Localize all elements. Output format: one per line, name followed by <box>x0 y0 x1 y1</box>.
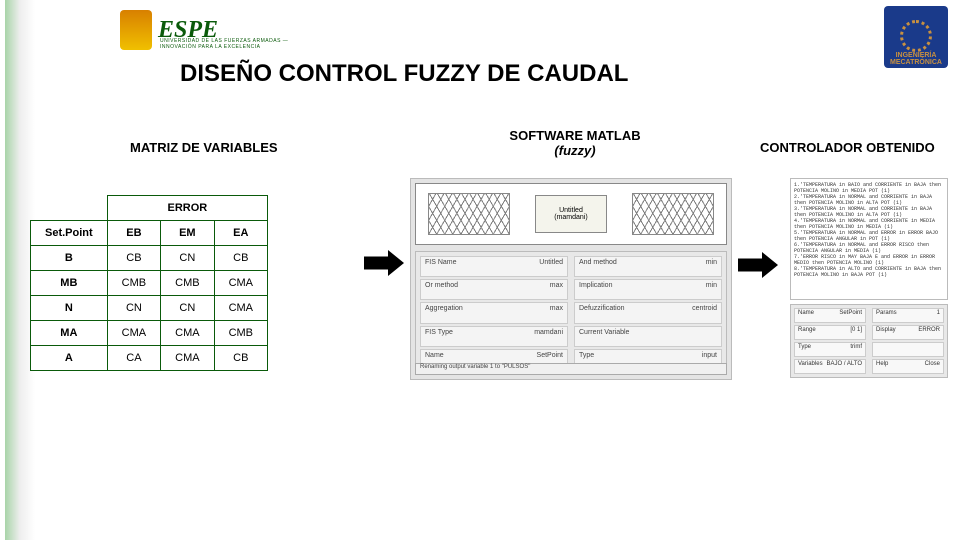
matrix-cell: CA <box>107 346 160 371</box>
rule-line: 1.'TEMPERATURA in BAIO and CORRIENTE in … <box>794 182 944 194</box>
section-label-software: SOFTWARE MATLAB (fuzzy) <box>490 128 660 158</box>
matrix-cell: CB <box>214 346 267 371</box>
software-l2: (fuzzy) <box>554 143 595 158</box>
matlab-fuzzy-panel: Untitled (mamdani) FIS NameUntitled And m… <box>410 178 732 380</box>
matrix-cell: CMB <box>107 271 160 296</box>
property-row: And methodmin <box>574 256 722 277</box>
rule-line: 7.'ERROR RISCO in MAY BAJA E and ERROR i… <box>794 254 944 266</box>
fis-block: Untitled (mamdani) <box>535 195 607 233</box>
slide-title: DISEÑO CONTROL FUZZY DE CAUDAL <box>180 60 628 88</box>
rule-line: 3.'TEMPERATURA in NORMAL and CORRIENTE i… <box>794 206 944 218</box>
matrix-col-2: EA <box>214 221 267 246</box>
matlab-status-bar: Renaming output variable 1 to "PULSOS" <box>415 363 727 375</box>
badge-line1: INGENIERÍA <box>896 52 937 59</box>
input-mf-plot <box>428 193 510 235</box>
section-label-controlador: CONTROLADOR OBTENIDO <box>760 140 935 155</box>
matrix-col-0: EB <box>107 221 160 246</box>
matlab-properties-grid: FIS NameUntitled And methodmin Or methodma… <box>415 251 727 375</box>
espe-logo-subtext: UNIVERSIDAD DE LAS FUERZAS ARMADAS — INN… <box>160 38 320 50</box>
fis-type: (mamdani) <box>554 214 587 221</box>
variable-matrix: ERROR Set.Point EB EM EA BCBCNCBMBCMBCMB… <box>30 195 268 371</box>
property-cell: NameSetPoint <box>794 308 866 323</box>
property-cell: VariablesBAJO / ALTO <box>794 359 866 374</box>
variable-properties-panel: NameSetPoint Params1 Range[0 1] DisplayERRO… <box>790 304 948 378</box>
gear-icon <box>900 20 932 52</box>
property-cell: Params1 <box>872 308 944 323</box>
rule-line: 8.'TEMPERATURA in ALTO and CORRIENTE in … <box>794 266 944 278</box>
matrix-cell: CMA <box>107 321 160 346</box>
matrix-row-name: N <box>31 296 108 321</box>
property-cell: HelpClose <box>872 359 944 374</box>
matrix-cell: CMA <box>161 346 214 371</box>
matrix-cell: CMB <box>214 321 267 346</box>
property-row: Or methodmax <box>420 279 568 300</box>
matrix-row-name: MA <box>31 321 108 346</box>
matrix-cell: CB <box>107 246 160 271</box>
mecatronica-badge: INGENIERÍA MECATRÓNICA <box>884 6 948 68</box>
software-l1: SOFTWARE MATLAB <box>509 128 640 143</box>
table-row: BCBCNCB <box>31 246 268 271</box>
property-row: Current Variable <box>574 326 722 347</box>
matrix-cell: CN <box>161 296 214 321</box>
property-cell: Typetrimf <box>794 342 866 357</box>
matrix-cell: CMB <box>161 271 214 296</box>
matrix-cell: CN <box>107 296 160 321</box>
matrix-col-1: EM <box>161 221 214 246</box>
property-cell <box>872 342 944 357</box>
property-row: Implicationmin <box>574 279 722 300</box>
rule-line: 4.'TEMPERATURA in NORMAL and CORRIENTE i… <box>794 218 944 230</box>
matrix-row-name: A <box>31 346 108 371</box>
matrix-cell: CMA <box>161 321 214 346</box>
matrix-row-name: MB <box>31 271 108 296</box>
output-mf-plot <box>632 193 714 235</box>
table-row: MACMACMACMB <box>31 321 268 346</box>
matrix-cell: CMA <box>214 271 267 296</box>
property-row: Defuzzificationcentroid <box>574 302 722 323</box>
property-row: Aggregationmax <box>420 302 568 323</box>
matlab-diagram: Untitled (mamdani) <box>415 183 727 245</box>
property-cell: DisplayERROR <box>872 325 944 340</box>
matrix-error-header: ERROR <box>107 196 267 221</box>
table-row: ACACMACB <box>31 346 268 371</box>
espe-logo: ESPE UNIVERSIDAD DE LAS FUERZAS ARMADAS … <box>120 8 320 52</box>
property-row: FIS NameUntitled <box>420 256 568 277</box>
table-row: NCNCNCMA <box>31 296 268 321</box>
arrow-icon <box>738 252 778 278</box>
rule-line: 6.'TEMPERATURA in NORMAL and ERROR RISCO… <box>794 242 944 254</box>
property-cell: Range[0 1] <box>794 325 866 340</box>
rule-line: 2.'TEMPERATURA in NORMAL and CORRIENTE i… <box>794 194 944 206</box>
matrix-cell: CN <box>161 246 214 271</box>
arrow-icon <box>364 250 404 276</box>
section-label-matriz: MATRIZ DE VARIABLES <box>130 140 278 155</box>
rules-listing: 1.'TEMPERATURA in BAIO and CORRIENTE in … <box>790 178 948 300</box>
espe-crest-icon <box>120 10 152 50</box>
badge-line2: MECATRÓNICA <box>890 59 942 66</box>
matrix-row-name: B <box>31 246 108 271</box>
matrix-cell: CB <box>214 246 267 271</box>
matrix-row-header: Set.Point <box>31 221 108 246</box>
property-row: FIS Typemamdani <box>420 326 568 347</box>
matrix-cell: CMA <box>214 296 267 321</box>
table-row: MBCMBCMBCMA <box>31 271 268 296</box>
fis-name: Untitled <box>559 207 583 214</box>
rule-line: 5.'TEMPERATURA in NORMAL and ERROR in ER… <box>794 230 944 242</box>
